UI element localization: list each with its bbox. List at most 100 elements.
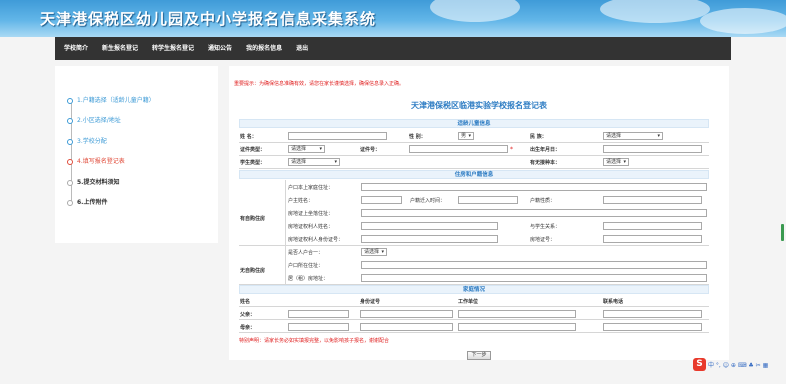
step-dot-icon bbox=[67, 117, 73, 124]
important-notice: 重要提示：为确保信息准确有效，请您在家长谨慎选择，确保信息录入正确。 bbox=[234, 81, 405, 87]
hukou-address-label: 户口本上家庭住址： bbox=[288, 185, 334, 191]
form-title: 天津港保税区临港实验学校报名登记表 bbox=[411, 101, 547, 110]
step-6-upload[interactable]: 6.上传附件 bbox=[67, 197, 107, 209]
step-label: 2.小区选择/地址 bbox=[77, 117, 121, 124]
mother-id-input[interactable] bbox=[360, 323, 453, 331]
gender-label: 性 别： bbox=[409, 134, 426, 140]
row-divider bbox=[239, 332, 709, 333]
group-divider bbox=[239, 245, 709, 246]
father-label: 父亲： bbox=[240, 312, 256, 318]
cloud-decoration bbox=[700, 8, 786, 34]
id-type-label: 证件类型： bbox=[240, 147, 266, 153]
registered-address-label: 户口所在住址： bbox=[288, 263, 324, 269]
vaccine-book-select[interactable]: 请选择 bbox=[603, 158, 629, 166]
mother-name-input[interactable] bbox=[288, 323, 349, 331]
special-statement: 特别声明：请家长务必如实填报完整，以免影响孩子报名，谢谢配合 bbox=[239, 338, 390, 344]
step-5-materials[interactable]: 5.提交材料须知 bbox=[67, 177, 119, 189]
owned-housing-label: 有自购住房 bbox=[240, 216, 266, 222]
cloud-decoration bbox=[430, 0, 520, 22]
ethnicity-select[interactable]: 请选择 bbox=[603, 132, 663, 140]
id-number-input[interactable] bbox=[409, 145, 508, 153]
move-in-time-input[interactable] bbox=[458, 196, 518, 204]
required-marker: * bbox=[510, 146, 513, 153]
birth-date-label: 出生年月日： bbox=[530, 147, 561, 153]
step-dot-icon bbox=[67, 199, 73, 206]
col-name-header: 姓名 bbox=[240, 299, 251, 305]
relation-input[interactable] bbox=[603, 222, 702, 230]
sogou-ime-logo-icon[interactable]: S bbox=[693, 358, 706, 371]
next-step-button[interactable]: 下一步 bbox=[467, 351, 491, 360]
step-dot-icon bbox=[67, 138, 73, 145]
id-number-label: 证件号： bbox=[360, 147, 381, 153]
nav-transfer-student[interactable]: 转学生报名登记 bbox=[145, 37, 201, 60]
section-child-info: 适龄儿童信息 bbox=[239, 119, 709, 128]
nav-my-registration[interactable]: 我的报名信息 bbox=[239, 37, 289, 60]
student-type-select[interactable]: 请选择 bbox=[288, 158, 340, 166]
step-label: 1.户籍选择（适龄儿童户籍） bbox=[77, 97, 155, 104]
deed-address-label: 房地证上坐落住址： bbox=[288, 211, 334, 217]
household-head-label: 户主姓名： bbox=[288, 198, 314, 204]
deed-number-input[interactable] bbox=[603, 235, 702, 243]
same-hukou-label: 是否人户合一： bbox=[288, 250, 324, 256]
col-id-header: 身份证号 bbox=[360, 299, 381, 305]
name-label: 姓 名： bbox=[240, 134, 257, 140]
hukou-address-input[interactable] bbox=[361, 183, 707, 191]
birth-date-input[interactable] bbox=[603, 145, 702, 153]
deed-number-label: 房地证号： bbox=[530, 237, 556, 243]
step-label: 3.学校分配 bbox=[77, 138, 107, 145]
row-divider bbox=[239, 155, 709, 156]
mother-employer-input[interactable] bbox=[458, 323, 576, 331]
mother-phone-input[interactable] bbox=[603, 323, 702, 331]
ethnicity-label: 民 族： bbox=[530, 134, 547, 140]
father-name-input[interactable] bbox=[288, 310, 349, 318]
step-dot-icon bbox=[67, 97, 73, 104]
deed-address-input[interactable] bbox=[361, 209, 707, 217]
step-4-form[interactable]: 4.填写报名登记表 bbox=[67, 156, 125, 168]
owner-id-input[interactable] bbox=[361, 235, 498, 243]
id-type-select[interactable]: 请选择 bbox=[288, 145, 325, 153]
col-employer-header: 工作单位 bbox=[458, 299, 479, 305]
nav-notices[interactable]: 通知公告 bbox=[201, 37, 239, 60]
section-family-info: 家庭情况 bbox=[239, 285, 709, 294]
step-label: 6.上传附件 bbox=[77, 199, 108, 206]
cloud-decoration bbox=[600, 0, 710, 23]
child-name-input[interactable] bbox=[288, 132, 387, 140]
header-banner: 天津港保税区幼儿园及中小学报名信息采集系统 bbox=[0, 0, 786, 37]
nav-new-student[interactable]: 新生报名登记 bbox=[95, 37, 145, 60]
father-id-input[interactable] bbox=[360, 310, 453, 318]
step-sidebar: 1.户籍选择（适龄儿童户籍） 2.小区选择/地址 3.学校分配 4.填写报名登记… bbox=[55, 66, 218, 243]
gender-select[interactable]: 男 bbox=[458, 132, 474, 140]
no-owned-housing-label: 无自购住房 bbox=[240, 268, 266, 274]
main-nav: 学校简介 新生报名登记 转学生报名登记 通知公告 我的报名信息 退出 bbox=[55, 37, 731, 60]
section-residence-info: 住房和户籍信息 bbox=[239, 170, 709, 179]
mother-label: 母亲： bbox=[240, 325, 256, 331]
living-address-label: 居（租）房地址： bbox=[288, 276, 329, 282]
hukou-type-input[interactable] bbox=[603, 196, 702, 204]
step-2-community[interactable]: 2.小区选择/地址 bbox=[67, 115, 121, 127]
hukou-type-label: 户籍性质： bbox=[530, 198, 556, 204]
father-employer-input[interactable] bbox=[458, 310, 576, 318]
owner-id-label: 房地证权利人身份证号： bbox=[288, 237, 344, 243]
scrollbar-indicator[interactable] bbox=[781, 224, 784, 241]
deed-owner-input[interactable] bbox=[361, 222, 498, 230]
father-phone-input[interactable] bbox=[603, 310, 702, 318]
step-dot-icon bbox=[67, 158, 73, 165]
move-in-time-label: 户籍迁入时间： bbox=[410, 198, 446, 204]
row-divider bbox=[239, 168, 709, 169]
relation-label: 与学生关系： bbox=[530, 224, 561, 230]
row-divider bbox=[239, 306, 709, 307]
living-address-input[interactable] bbox=[361, 274, 707, 282]
col-phone-header: 联系电话 bbox=[603, 299, 624, 305]
nav-school-intro[interactable]: 学校简介 bbox=[57, 37, 95, 60]
step-1-hukou[interactable]: 1.户籍选择（适龄儿童户籍） bbox=[67, 95, 155, 107]
same-hukou-select[interactable]: 请选择 bbox=[361, 248, 387, 256]
registration-form-panel: 重要提示：为确保信息准确有效，请您在家长谨慎选择，确保信息录入正确。 天津港保税… bbox=[229, 66, 729, 360]
step-3-school[interactable]: 3.学校分配 bbox=[67, 136, 107, 148]
household-head-input[interactable] bbox=[361, 196, 402, 204]
ime-toolbar[interactable]: S 中 °, ☺ ⊕ ⌨ ♣ ✂ ▦ bbox=[693, 358, 768, 371]
registered-address-input[interactable] bbox=[361, 261, 707, 269]
row-divider bbox=[239, 319, 709, 320]
vaccine-book-label: 有无接种本： bbox=[530, 160, 561, 166]
ime-tools-icons[interactable]: 中 °, ☺ ⊕ ⌨ ♣ ✂ ▦ bbox=[708, 360, 768, 369]
nav-logout[interactable]: 退出 bbox=[289, 37, 315, 60]
